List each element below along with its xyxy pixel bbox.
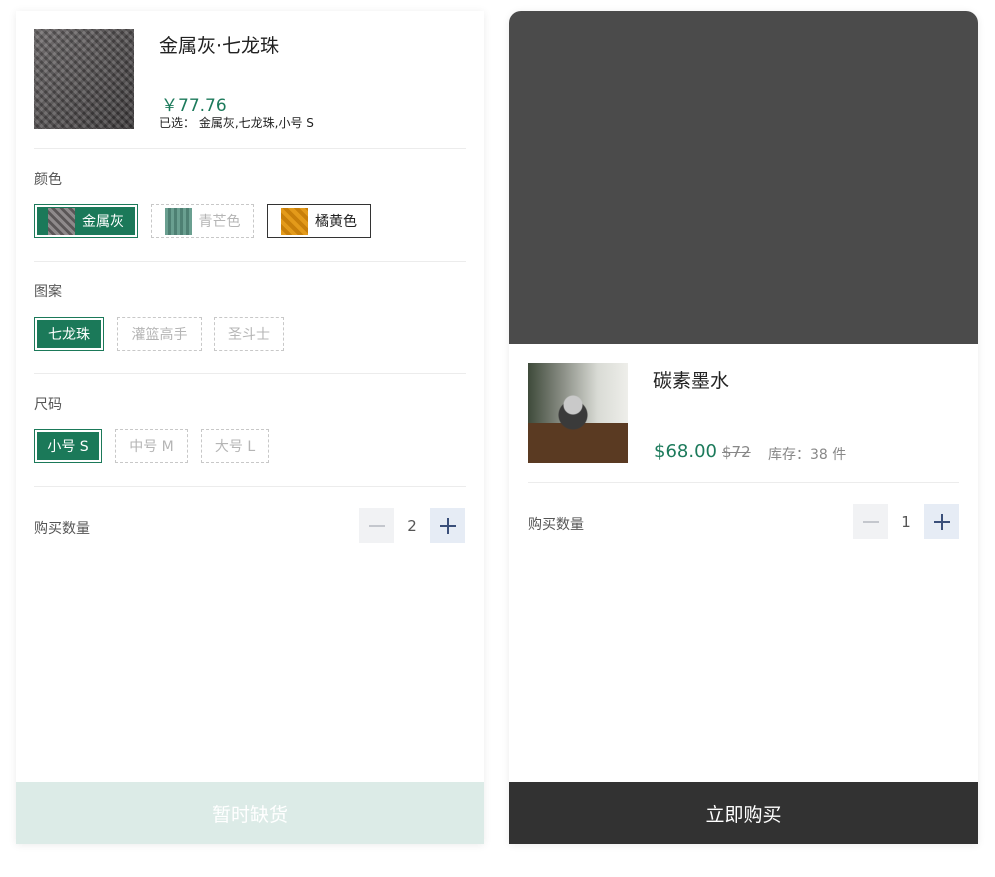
metal-gray-swatch-icon xyxy=(48,207,75,235)
product-hero-image xyxy=(509,11,978,344)
quantity-input[interactable]: 1 xyxy=(888,504,924,539)
color-option-cyan[interactable]: 青芒色 xyxy=(151,204,254,238)
size-option-small[interactable]: 小号 S xyxy=(34,429,102,463)
quantity-label: 购买数量 xyxy=(34,521,90,537)
divider xyxy=(528,482,959,483)
plus-icon xyxy=(439,517,456,534)
increment-button[interactable] xyxy=(924,504,959,539)
product-title: 金属灰·七龙珠 xyxy=(159,35,280,57)
minus-icon xyxy=(368,524,385,527)
quantity-stepper: 2 xyxy=(359,508,465,543)
color-label: 颜色 xyxy=(34,172,62,188)
divider xyxy=(34,261,466,262)
option-label: 七龙珠 xyxy=(48,327,90,343)
option-label: 橘黄色 xyxy=(315,214,357,230)
option-label: 青芒色 xyxy=(198,214,241,230)
size-label: 尺码 xyxy=(34,397,62,413)
stock-count: 库存：38 件 xyxy=(768,447,847,463)
size-option-medium[interactable]: 中号 M xyxy=(115,429,188,463)
pattern-label: 图案 xyxy=(34,284,62,300)
option-label: 中号 M xyxy=(129,439,174,455)
original-price: $72 xyxy=(722,443,751,461)
cyan-swatch-icon xyxy=(164,207,192,235)
quantity-stepper: 1 xyxy=(853,504,959,539)
pattern-option-slamdunk[interactable]: 灌篮高手 xyxy=(117,317,202,351)
product-title: 碳素墨水 xyxy=(653,370,730,392)
product-thumbnail xyxy=(34,29,134,129)
selected-value: 金属灰,七龙珠,小号 S xyxy=(198,116,314,130)
size-option-large[interactable]: 大号 L xyxy=(201,429,269,463)
orange-swatch-icon xyxy=(281,207,308,235)
option-label: 大号 L xyxy=(214,439,256,455)
buy-now-button[interactable]: 立即购买 xyxy=(509,782,978,844)
option-label: 圣斗士 xyxy=(228,327,270,343)
purchase-panel-right: 碳素墨水 $68.00 $72 库存：38 件 购买数量 1 立即购买 xyxy=(509,11,978,844)
sale-price: $68.00 xyxy=(654,441,717,462)
color-option-orange[interactable]: 橘黄色 xyxy=(267,204,371,238)
increment-button[interactable] xyxy=(430,508,465,543)
decrement-button[interactable] xyxy=(359,508,394,543)
selected-summary: 已选： 金属灰,七龙珠,小号 S xyxy=(159,114,314,131)
minus-icon xyxy=(862,520,879,523)
plus-icon xyxy=(933,513,950,530)
pattern-option-saintseiya[interactable]: 圣斗士 xyxy=(214,317,284,351)
product-thumbnail xyxy=(528,363,628,463)
decrement-button[interactable] xyxy=(853,504,888,539)
divider xyxy=(34,148,466,149)
product-price: ￥77.76 xyxy=(161,96,227,116)
divider xyxy=(34,486,466,487)
quantity-input[interactable]: 2 xyxy=(394,508,430,543)
sku-panel-left: 金属灰·七龙珠 ￥77.76 已选： 金属灰,七龙珠,小号 S 颜色 金属灰 青… xyxy=(16,11,484,844)
selected-prefix: 已选： xyxy=(159,116,196,130)
divider xyxy=(34,373,466,374)
out-of-stock-button[interactable]: 暂时缺货 xyxy=(16,782,484,844)
option-label: 小号 S xyxy=(47,439,89,455)
pattern-option-dragonball[interactable]: 七龙珠 xyxy=(34,317,104,351)
quantity-label: 购买数量 xyxy=(528,517,584,533)
option-label: 灌篮高手 xyxy=(131,327,188,343)
color-option-metal-gray[interactable]: 金属灰 xyxy=(34,204,138,238)
option-label: 金属灰 xyxy=(82,214,124,230)
